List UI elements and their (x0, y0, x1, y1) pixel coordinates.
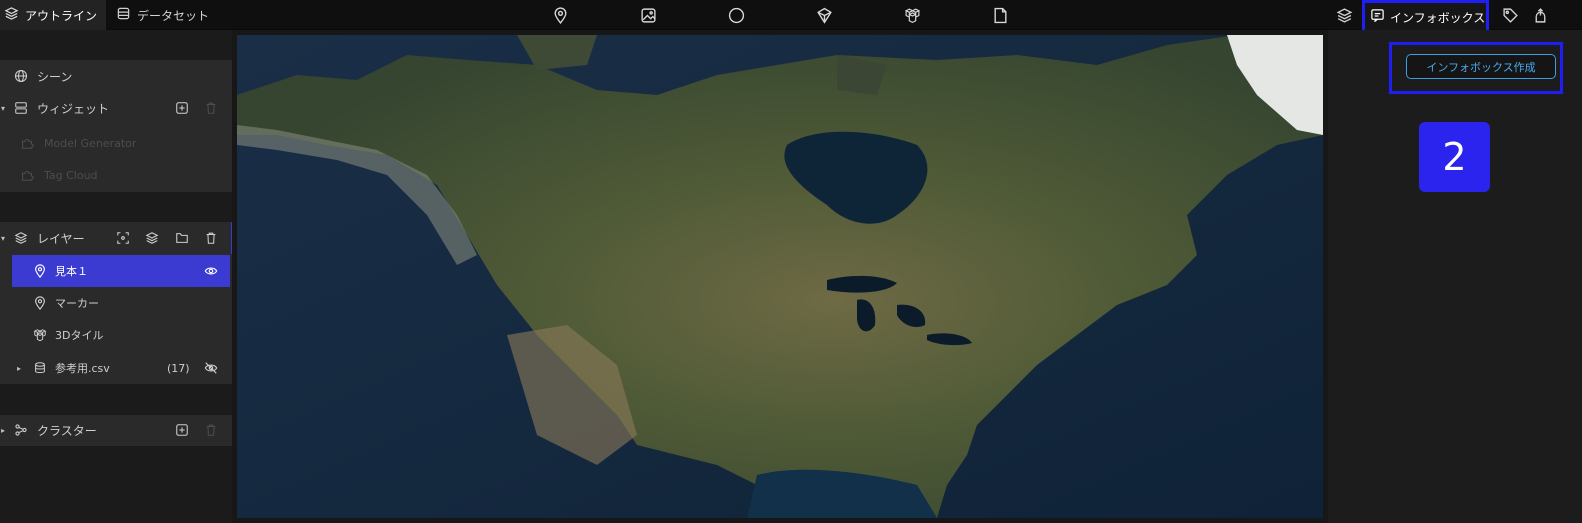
widget-label: ウィジェット (37, 101, 110, 116)
puzzle-icon (20, 136, 34, 150)
layers-style-icon[interactable] (1335, 6, 1353, 24)
widget-icon (14, 101, 28, 115)
cluster-header[interactable]: ▸ クラスター (0, 415, 232, 446)
expand-arrow-icon[interactable]: ▾ (1, 234, 5, 243)
tiles-icon[interactable] (903, 6, 921, 24)
scene-item[interactable]: シーン (0, 60, 232, 92)
layer-item[interactable]: ▸ 参考用.csv (17) (0, 352, 232, 384)
plus-icon[interactable] (175, 423, 189, 437)
infobox-panel (1328, 30, 1582, 523)
trash-icon[interactable] (204, 231, 218, 245)
widget-item[interactable]: Tag Cloud (0, 159, 232, 191)
feature-count: (17) (167, 361, 190, 375)
image-icon[interactable] (639, 6, 657, 24)
cluster-icon (14, 423, 28, 437)
tiles-icon (33, 328, 47, 342)
layer-item-label: 見本１ (55, 265, 88, 278)
scene-label: シーン (37, 69, 73, 84)
layer-item-label: 3Dタイル (55, 329, 104, 342)
cluster-section: ▸ クラスター (0, 415, 232, 446)
top-toolbar: アウトライン データセット (0, 0, 1582, 30)
tab-dataset[interactable]: データセット (116, 0, 216, 30)
globe-icon (14, 69, 28, 83)
widget-item[interactable]: Model Generator (0, 127, 232, 159)
outline-sidebar: シーン ▾ ウィジェット Model Generator Tag Cloud ▾… (0, 30, 232, 523)
step-badge: 2 (1419, 122, 1490, 192)
create-infobox-button[interactable]: インフォボックス作成 (1406, 54, 1556, 79)
tab-dataset-label: データセット (137, 8, 210, 23)
satellite-map[interactable] (237, 35, 1323, 518)
trash-icon (204, 101, 218, 115)
circle-icon[interactable] (727, 6, 745, 24)
layer-item-label: マーカー (55, 297, 99, 310)
expand-arrow-icon[interactable]: ▾ (1, 104, 5, 113)
folder-icon[interactable] (175, 231, 189, 245)
layer-item-selected[interactable]: 見本１ (12, 255, 230, 287)
layer-label: レイヤー (37, 231, 85, 246)
plus-icon[interactable] (175, 101, 189, 115)
widget-item-label: Model Generator (44, 136, 137, 150)
layer-group-icon[interactable] (145, 231, 159, 245)
expand-arrow-icon[interactable]: ▸ (17, 364, 21, 373)
layer-header[interactable]: ▾ レイヤー (0, 222, 232, 254)
layer-section: ▾ レイヤー 見本１ マーカー 3Dタイル ▸ 参考用.csv (17) (0, 222, 232, 384)
file-icon[interactable] (991, 6, 1009, 24)
tab-outline-label: アウトライン (25, 8, 98, 23)
location-pin-icon (33, 296, 47, 310)
tab-outline[interactable]: アウトライン (0, 0, 106, 30)
infobox-icon (1370, 8, 1385, 26)
widget-header[interactable]: ▾ ウィジェット (0, 92, 232, 124)
location-pin-icon (33, 264, 47, 278)
scene-widget-section: シーン ▾ ウィジェット Model Generator Tag Cloud (0, 60, 232, 192)
eye-icon[interactable] (204, 264, 218, 278)
layers-icon (14, 231, 28, 245)
database-icon (116, 6, 131, 24)
layer-item-label: 参考用.csv (55, 362, 110, 375)
box-icon[interactable] (815, 6, 833, 24)
map-viewport[interactable] (237, 35, 1323, 518)
export-icon[interactable] (1531, 6, 1549, 24)
database-icon (33, 361, 47, 375)
tag-icon[interactable] (1501, 6, 1519, 24)
layers-icon (4, 6, 19, 24)
puzzle-icon (20, 168, 34, 182)
widget-item-label: Tag Cloud (44, 168, 98, 182)
layer-item[interactable]: 3Dタイル (0, 319, 232, 351)
eye-off-icon[interactable] (204, 361, 218, 375)
tab-infobox[interactable]: インフォボックス (1362, 0, 1489, 34)
expand-arrow-icon[interactable]: ▸ (1, 426, 5, 435)
tab-infobox-label: インフォボックス (1390, 10, 1486, 25)
cluster-label: クラスター (37, 424, 97, 438)
layer-item[interactable]: マーカー (0, 287, 232, 319)
focus-icon[interactable] (116, 231, 130, 245)
trash-icon (204, 423, 218, 437)
location-pin-icon[interactable] (551, 6, 569, 24)
